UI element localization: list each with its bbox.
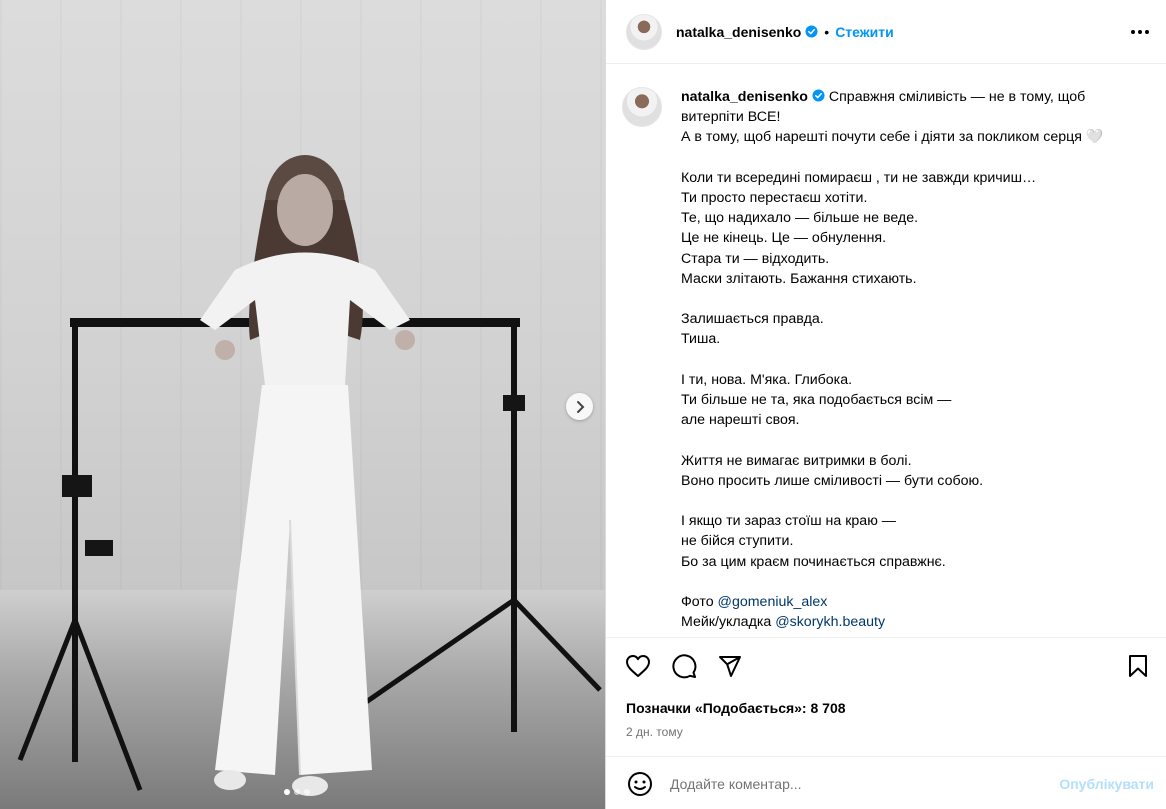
- divider: [606, 756, 1166, 757]
- share-button[interactable]: [716, 652, 744, 680]
- more-options-button[interactable]: [1128, 20, 1152, 44]
- carousel-dots: [284, 789, 310, 795]
- caption-avatar[interactable]: [622, 87, 662, 127]
- comment-button[interactable]: [670, 652, 698, 680]
- caption-line: Залишається правда.: [681, 311, 824, 328]
- caption-line: Тиша.: [681, 331, 721, 348]
- caption-line: Маски злітають. Бажання стихають.: [681, 270, 917, 287]
- caption-line: [681, 148, 1150, 168]
- caption-line: Стара ти — відходить.: [681, 250, 830, 267]
- carousel-dot: [304, 789, 310, 795]
- verified-icon: [812, 89, 825, 102]
- caption-line: Коли ти всередині помираєш , ти не завжд…: [681, 169, 1037, 186]
- caption-line: natalka_denisenko Справжня сміливість — …: [681, 87, 1150, 107]
- header-separator: •: [824, 23, 830, 40]
- carousel-next-button[interactable]: [566, 393, 593, 420]
- carousel-dot: [294, 789, 300, 795]
- caption-line: Це не кінець. Це — обнулення.: [681, 230, 887, 247]
- caption-line: Справжня сміливість — не в тому, щоб: [828, 89, 1086, 105]
- caption-credit-makeup: Мейк/укладка @skorykh.beauty: [681, 612, 1150, 632]
- header-username[interactable]: natalka_denisenko: [676, 24, 801, 40]
- caption-line: Ти просто перестаєш хотіти.: [681, 190, 868, 206]
- caption-username[interactable]: natalka_denisenko: [681, 89, 808, 105]
- credit-makeup-label: Мейк/укладка: [681, 614, 772, 631]
- post-side-panel: natalka_denisenko • Стежити natalka_deni…: [605, 0, 1166, 809]
- heart-icon: [626, 655, 650, 677]
- verified-icon: [805, 25, 818, 38]
- caption-line: [681, 350, 1150, 370]
- publish-button[interactable]: Опублікувати: [1059, 776, 1154, 792]
- like-button[interactable]: [624, 652, 652, 680]
- emoji-button[interactable]: [626, 770, 654, 798]
- post-timestamp[interactable]: 2 дн. тому: [626, 725, 683, 739]
- chevron-right-icon: [576, 400, 584, 413]
- post-header: natalka_denisenko • Стежити: [606, 0, 1166, 64]
- caption-line: А в тому, щоб нарешті почути себе і діят…: [681, 129, 1104, 146]
- caption-text: natalka_denisenko Справжня сміливість — …: [681, 87, 1150, 637]
- avatar[interactable]: [626, 13, 662, 50]
- caption-line: [681, 289, 1150, 309]
- mention-link[interactable]: @skorykh.beauty: [775, 614, 885, 630]
- emoji-icon: [628, 772, 652, 796]
- divider: [606, 637, 1166, 638]
- post-photo[interactable]: [0, 0, 605, 809]
- mention-link[interactable]: @gomeniuk_alex: [718, 594, 828, 610]
- comment-icon: [672, 654, 697, 679]
- caption-line: Воно просить лише сміливості — бути собо…: [681, 472, 984, 489]
- caption-area: natalka_denisenko Справжня сміливість — …: [606, 65, 1166, 637]
- caption-credit-photo: Фото @gomeniuk_alex: [681, 592, 1150, 612]
- share-icon: [719, 656, 741, 677]
- caption-line: [681, 430, 1150, 450]
- caption-line: Життя не вимагає витримки в болі.: [681, 452, 912, 469]
- more-icon: [1131, 29, 1149, 34]
- likes-count[interactable]: Позначки «Подобається»: 8 708: [626, 700, 846, 716]
- save-button[interactable]: [1124, 652, 1152, 680]
- credit-photo-label: Фото: [681, 593, 714, 610]
- caption-line: не бійся ступити.: [681, 533, 794, 550]
- post-actions: [624, 652, 1152, 680]
- caption-line: Те, що надихало — більше не веде.: [681, 210, 919, 227]
- photo-scene: [17, 155, 602, 796]
- bookmark-icon: [1129, 655, 1147, 677]
- caption-line: але нарешті своя.: [681, 412, 800, 429]
- caption-line: [681, 491, 1150, 511]
- follow-button[interactable]: Стежити: [835, 24, 894, 40]
- caption-line: витерпіти ВСЕ!: [681, 109, 781, 126]
- caption-line: [681, 572, 1150, 592]
- carousel-dot: [284, 789, 290, 795]
- caption-line: Бо за цим краєм починається справжнє.: [681, 553, 946, 570]
- comment-box: Опублікувати: [626, 768, 1154, 800]
- caption-line: І якщо ти зараз стоїш на краю —: [681, 513, 896, 530]
- comment-input[interactable]: [670, 776, 1052, 792]
- caption-line: Ти більше не та, яка подобається всім —: [681, 392, 952, 408]
- caption-line: І ти, нова. М'яка. Глибока.: [681, 371, 853, 388]
